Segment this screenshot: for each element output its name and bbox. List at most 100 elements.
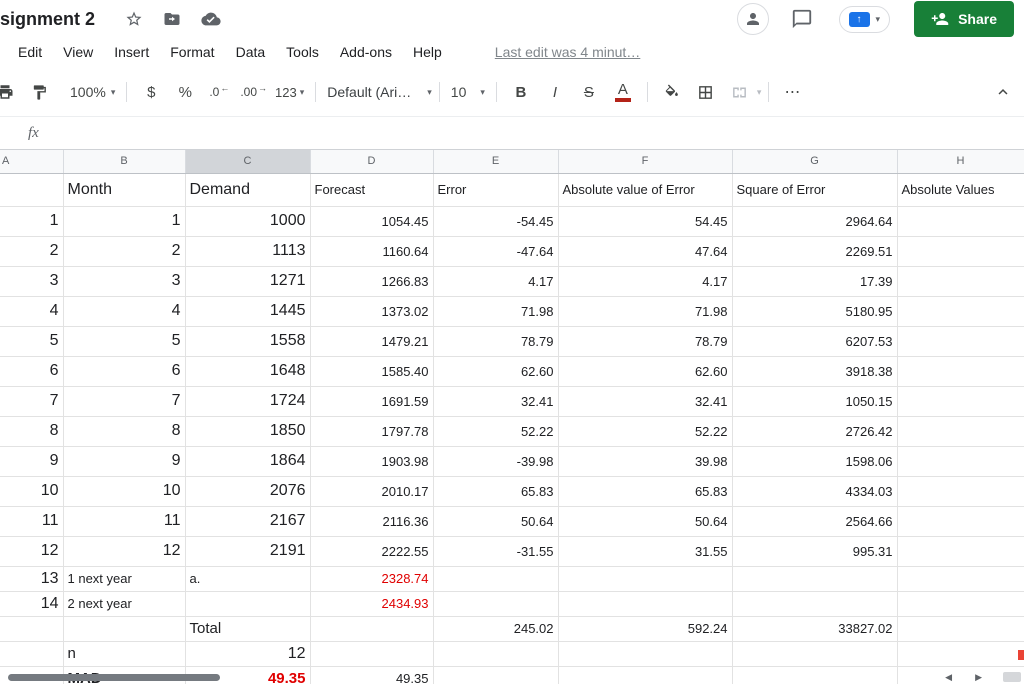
cell[interactable]: 6207.53 <box>732 326 898 357</box>
zoom-select[interactable]: 100% ▾ <box>70 79 115 105</box>
cell[interactable] <box>0 173 64 207</box>
cell[interactable] <box>897 416 1024 447</box>
cell[interactable]: 50.64 <box>558 506 733 537</box>
cell[interactable]: 71.98 <box>558 296 733 327</box>
cell[interactable]: 12 <box>63 536 186 567</box>
cell[interactable]: 71.98 <box>433 296 559 327</box>
format-percent-button[interactable]: % <box>172 79 198 105</box>
formula-bar[interactable]: fx <box>0 117 1024 150</box>
cell[interactable]: 39.98 <box>558 446 733 477</box>
cell[interactable] <box>897 266 1024 297</box>
cell[interactable]: 1598.06 <box>732 446 898 477</box>
cell[interactable]: 1 <box>0 206 64 237</box>
column-header-D[interactable]: D <box>310 150 434 174</box>
comments-icon[interactable] <box>791 8 813 30</box>
account-avatar-icon[interactable] <box>736 3 769 35</box>
cell[interactable] <box>558 641 733 667</box>
menu-data[interactable]: Data <box>236 44 266 60</box>
cell[interactable]: 52.22 <box>558 416 733 447</box>
bold-button[interactable]: B <box>508 79 534 105</box>
cell[interactable]: 1373.02 <box>310 296 434 327</box>
cell[interactable]: 1864 <box>185 446 311 477</box>
cell[interactable]: -54.45 <box>433 206 559 237</box>
cell[interactable] <box>897 206 1024 237</box>
cell[interactable]: Square of Error <box>732 173 898 207</box>
cell[interactable]: n <box>63 641 186 667</box>
present-button[interactable]: ↑ ▾ <box>838 5 891 33</box>
scroll-left-icon[interactable]: ◀ <box>945 671 952 683</box>
cell[interactable]: Month <box>63 173 186 207</box>
font-size-select[interactable]: 10 ▾ <box>451 79 485 105</box>
cell[interactable]: 1050.15 <box>732 386 898 417</box>
cell[interactable]: 1585.40 <box>310 356 434 387</box>
scroll-right-icon[interactable]: ▶ <box>975 671 982 683</box>
collapse-toolbar-icon[interactable] <box>990 79 1016 105</box>
cell[interactable] <box>558 566 733 592</box>
cell[interactable]: 6 <box>0 356 64 387</box>
cell[interactable]: a. <box>185 566 311 592</box>
cell[interactable]: 2191 <box>185 536 311 567</box>
cell[interactable] <box>732 641 898 667</box>
cell[interactable]: 1797.78 <box>310 416 434 447</box>
increase-decimal-button[interactable]: .00 → <box>240 79 267 105</box>
decrease-decimal-button[interactable]: .0 ← <box>206 79 232 105</box>
cell[interactable]: 11 <box>0 506 64 537</box>
italic-button[interactable]: I <box>542 79 568 105</box>
cell[interactable]: 4 <box>0 296 64 327</box>
cell[interactable] <box>897 506 1024 537</box>
cell[interactable] <box>897 476 1024 507</box>
cell[interactable] <box>897 326 1024 357</box>
cell[interactable]: 2 <box>63 236 186 267</box>
cell[interactable]: 1000 <box>185 206 311 237</box>
cell[interactable]: 32.41 <box>433 386 559 417</box>
document-title[interactable]: signment 2 <box>0 9 95 30</box>
cell[interactable]: 2222.55 <box>310 536 434 567</box>
cell[interactable]: 995.31 <box>732 536 898 567</box>
cell[interactable] <box>897 356 1024 387</box>
cell[interactable] <box>897 591 1024 617</box>
cell[interactable]: 2116.36 <box>310 506 434 537</box>
cell[interactable] <box>732 566 898 592</box>
column-header-B[interactable]: B <box>63 150 186 174</box>
cell[interactable]: 1691.59 <box>310 386 434 417</box>
last-edit-link[interactable]: Last edit was 4 minut… <box>495 44 641 60</box>
cell[interactable]: 1648 <box>185 356 311 387</box>
cell[interactable]: 3 <box>63 266 186 297</box>
cell[interactable]: 12 <box>185 641 311 667</box>
fill-color-icon[interactable] <box>659 79 685 105</box>
cell[interactable]: 2 <box>0 236 64 267</box>
cell[interactable]: Absolute value of Error <box>558 173 733 207</box>
move-folder-icon[interactable] <box>163 10 181 28</box>
cell[interactable] <box>897 386 1024 417</box>
cell[interactable]: Demand <box>185 173 311 207</box>
cell[interactable] <box>897 536 1024 567</box>
menu-help[interactable]: Help <box>413 44 442 60</box>
menu-format[interactable]: Format <box>170 44 214 60</box>
print-icon[interactable] <box>0 79 18 105</box>
cell[interactable]: 3918.38 <box>732 356 898 387</box>
cell[interactable]: 1903.98 <box>310 446 434 477</box>
cell[interactable]: 47.64 <box>558 236 733 267</box>
cell[interactable] <box>897 236 1024 267</box>
cell[interactable]: 17.39 <box>732 266 898 297</box>
cell[interactable]: 2726.42 <box>732 416 898 447</box>
cell[interactable] <box>897 616 1024 642</box>
format-currency-button[interactable]: $ <box>138 79 164 105</box>
star-icon[interactable] <box>125 10 143 28</box>
menu-insert[interactable]: Insert <box>114 44 149 60</box>
cell[interactable]: 9 <box>63 446 186 477</box>
cell[interactable]: 6 <box>63 356 186 387</box>
cell[interactable]: 1558 <box>185 326 311 357</box>
column-header-C[interactable]: C <box>185 150 311 174</box>
cell[interactable]: 1160.64 <box>310 236 434 267</box>
cell[interactable] <box>310 616 434 642</box>
cell[interactable]: 1850 <box>185 416 311 447</box>
more-toolbar-button[interactable]: ⋯ <box>780 79 806 105</box>
paint-format-icon[interactable] <box>26 79 52 105</box>
cell[interactable]: 3 <box>0 266 64 297</box>
cell[interactable]: 14 <box>0 591 64 617</box>
cell[interactable]: 5 <box>0 326 64 357</box>
cell[interactable]: 2 next year <box>63 591 186 617</box>
cell[interactable] <box>0 641 64 667</box>
cell[interactable]: 2564.66 <box>732 506 898 537</box>
